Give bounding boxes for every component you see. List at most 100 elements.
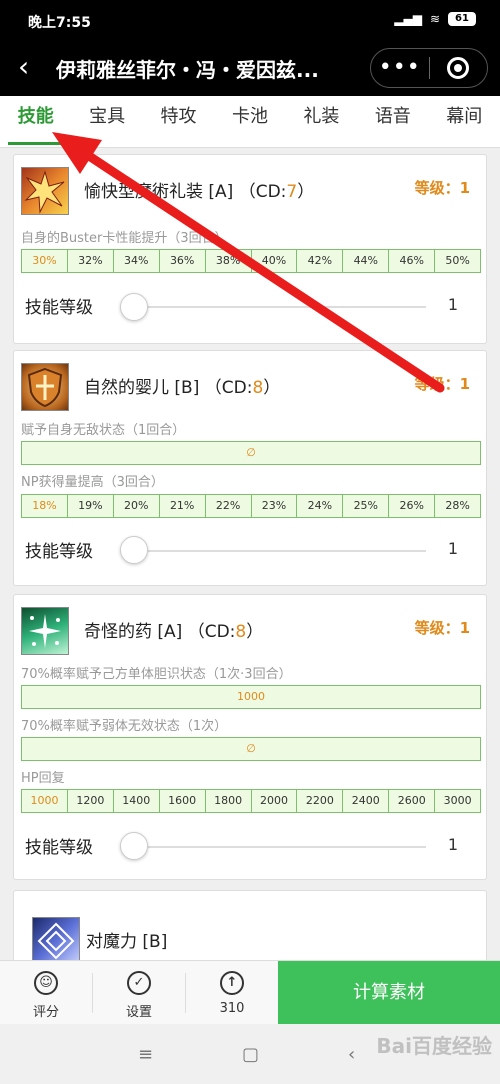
magic-resistance-icon xyxy=(32,917,80,960)
bottom-action-bar: ☺ 评分 ✓ 设置 ↑ 310 计算素材 xyxy=(0,960,500,1025)
count-label: 310 xyxy=(219,1001,245,1016)
skill-level: 等级：1 xyxy=(414,375,470,393)
effect-label: 自身的Buster卡性能提升（3回合） xyxy=(21,231,228,246)
tab-card-pool[interactable]: 卡池 xyxy=(214,96,285,147)
value-cell: 23% xyxy=(252,495,298,517)
skill-level-slider-track[interactable] xyxy=(124,846,426,848)
value-cell: ∅ xyxy=(246,742,256,755)
skill-level-value: 1 xyxy=(447,295,458,314)
value-cell: 2000 xyxy=(252,790,298,812)
skill-level-slider-thumb[interactable] xyxy=(120,832,148,860)
skill-card: 自然的婴儿 [B] （CD:8） 等级：1 赋予自身无敌状态（1回合） ∅ NP… xyxy=(13,350,487,586)
tab-skills[interactable]: 技能 xyxy=(0,96,71,147)
effect-values-row: ∅ xyxy=(21,737,481,761)
scroll-top-button[interactable]: ↑ 310 xyxy=(186,961,278,1025)
buster-burst-icon xyxy=(21,167,69,215)
value-cell: 25% xyxy=(343,495,390,517)
skill-level-value: 1 xyxy=(447,539,458,558)
effect-label: 70%概率赋予弱体无效状态（1次） xyxy=(21,719,228,734)
value-cell: 1400 xyxy=(114,790,160,812)
battery-icon: 61 xyxy=(448,12,476,26)
wifi-icon: ≋ xyxy=(429,12,440,26)
effect-label: HP回复 xyxy=(21,771,65,786)
value-cell: 3000 xyxy=(443,794,472,807)
value-cell: 1000 xyxy=(237,690,265,703)
value-cell: 36% xyxy=(160,250,206,272)
rate-label: 评分 xyxy=(32,1005,59,1020)
skill-card: 对魔力 [B] xyxy=(13,890,487,960)
tab-craft-essence[interactable]: 礼装 xyxy=(286,96,357,147)
menu-icon[interactable]: ≡ xyxy=(138,1044,153,1065)
skill-name: 奇怪的药 [A] （CD:8） xyxy=(84,622,264,642)
baidu-watermark: Bai百度经验 xyxy=(376,1034,492,1058)
calculate-materials-button[interactable]: 计算素材 xyxy=(278,961,500,1025)
user-rate-icon: ☺ xyxy=(34,971,58,995)
back-icon[interactable]: ‹ xyxy=(18,50,29,83)
tab-special-attack[interactable]: 特攻 xyxy=(143,96,214,147)
value-cell: 34% xyxy=(114,250,160,272)
status-icons: ▂▄▆ ≋ 61 xyxy=(394,12,476,26)
tab-noble-phantasm[interactable]: 宝具 xyxy=(71,96,142,147)
arrow-up-circle-icon: ↑ xyxy=(220,971,244,995)
target-icon xyxy=(447,57,470,79)
effect-values-row: 1000 1200 1400 1600 1800 2000 2200 2400 … xyxy=(21,789,481,813)
page-title: 伊莉雅丝菲尔・冯・爱因兹... xyxy=(56,58,319,82)
check-circle-icon: ✓ xyxy=(127,971,151,995)
close-mini-program-button[interactable] xyxy=(429,57,487,79)
rate-button[interactable]: ☺ 评分 xyxy=(0,961,92,1025)
value-cell: 38% xyxy=(206,250,252,272)
value-cell: 20% xyxy=(114,495,160,517)
skill-level-label: 技能等级 xyxy=(25,542,93,562)
value-cell: 2400 xyxy=(343,790,390,812)
effect-values-row: 18% 19% 20% 21% 22% 23% 24% 25% 26% 28% xyxy=(21,494,481,518)
skill-card: 奇怪的药 [A] （CD:8） 等级：1 70%概率赋予己方单体胆识状态（1次·… xyxy=(13,594,487,880)
value-cell: 32% xyxy=(68,250,114,272)
skill-level-slider-track[interactable] xyxy=(124,550,426,552)
value-cell: 26% xyxy=(389,495,436,517)
value-cell: 50% xyxy=(445,254,470,267)
value-cell: 40% xyxy=(252,250,298,272)
value-cell: ∅ xyxy=(246,446,256,459)
settings-label: 设置 xyxy=(125,1005,152,1020)
value-cell: 2200 xyxy=(297,790,344,812)
value-cell: 24% xyxy=(297,495,344,517)
value-cell: 22% xyxy=(206,495,252,517)
value-cell: 42% xyxy=(297,250,344,272)
signal-icon: ▂▄▆ xyxy=(394,12,422,26)
value-cell: 1200 xyxy=(68,790,114,812)
effect-values-row: 30% 32% 34% 36% 38% 40% 42% 44% 46% 50% xyxy=(21,249,481,273)
skill-level-value: 1 xyxy=(447,835,458,854)
value-cell: 30% xyxy=(22,250,68,272)
value-cell: 28% xyxy=(445,499,470,512)
skill-level: 等级：1 xyxy=(414,179,470,197)
skill-level: 等级：1 xyxy=(414,619,470,637)
skill-name: 对魔力 [B] xyxy=(86,932,168,952)
skill-name: 愉快型魔術礼装 [A] （CD:7） xyxy=(84,182,315,202)
effect-values-row: 1000 xyxy=(21,685,481,709)
tab-interlude[interactable]: 幕间 xyxy=(429,96,500,147)
effect-label: 70%概率赋予己方单体胆识状态（1次·3回合） xyxy=(21,667,292,682)
skill-card: 愉快型魔術礼装 [A] （CD:7） 等级：1 自身的Buster卡性能提升（3… xyxy=(13,154,487,344)
more-button[interactable]: ••• xyxy=(371,53,429,83)
skill-level-slider-thumb[interactable] xyxy=(120,536,148,564)
skill-level-label: 技能等级 xyxy=(25,298,93,318)
status-time: 晚上7:55 xyxy=(28,15,91,31)
value-cell: 1000 xyxy=(22,790,68,812)
tab-voice[interactable]: 语音 xyxy=(357,96,428,147)
tab-bar: 技能 宝具 特攻 卡池 礼装 语音 幕间 xyxy=(0,96,500,148)
mini-program-capsule: ••• xyxy=(370,48,488,88)
skill-level-slider-track[interactable] xyxy=(124,306,426,308)
value-cell: 2600 xyxy=(389,790,436,812)
status-bar: 晚上7:55 ▂▄▆ ≋ 61 xyxy=(0,0,500,40)
settings-button[interactable]: ✓ 设置 xyxy=(93,961,185,1025)
value-cell: 1800 xyxy=(206,790,252,812)
back-nav-icon[interactable]: ‹ xyxy=(348,1044,355,1065)
home-icon[interactable]: ▢ xyxy=(242,1044,259,1065)
shield-icon xyxy=(21,363,69,411)
effect-label: NP获得量提高（3回合） xyxy=(21,475,164,490)
skill-level-slider-thumb[interactable] xyxy=(120,293,148,321)
effect-label: 赋予自身无敌状态（1回合） xyxy=(21,423,186,438)
value-cell: 21% xyxy=(160,495,206,517)
skill-level-label: 技能等级 xyxy=(25,838,93,858)
skill-name: 自然的婴儿 [B] （CD:8） xyxy=(84,378,281,398)
